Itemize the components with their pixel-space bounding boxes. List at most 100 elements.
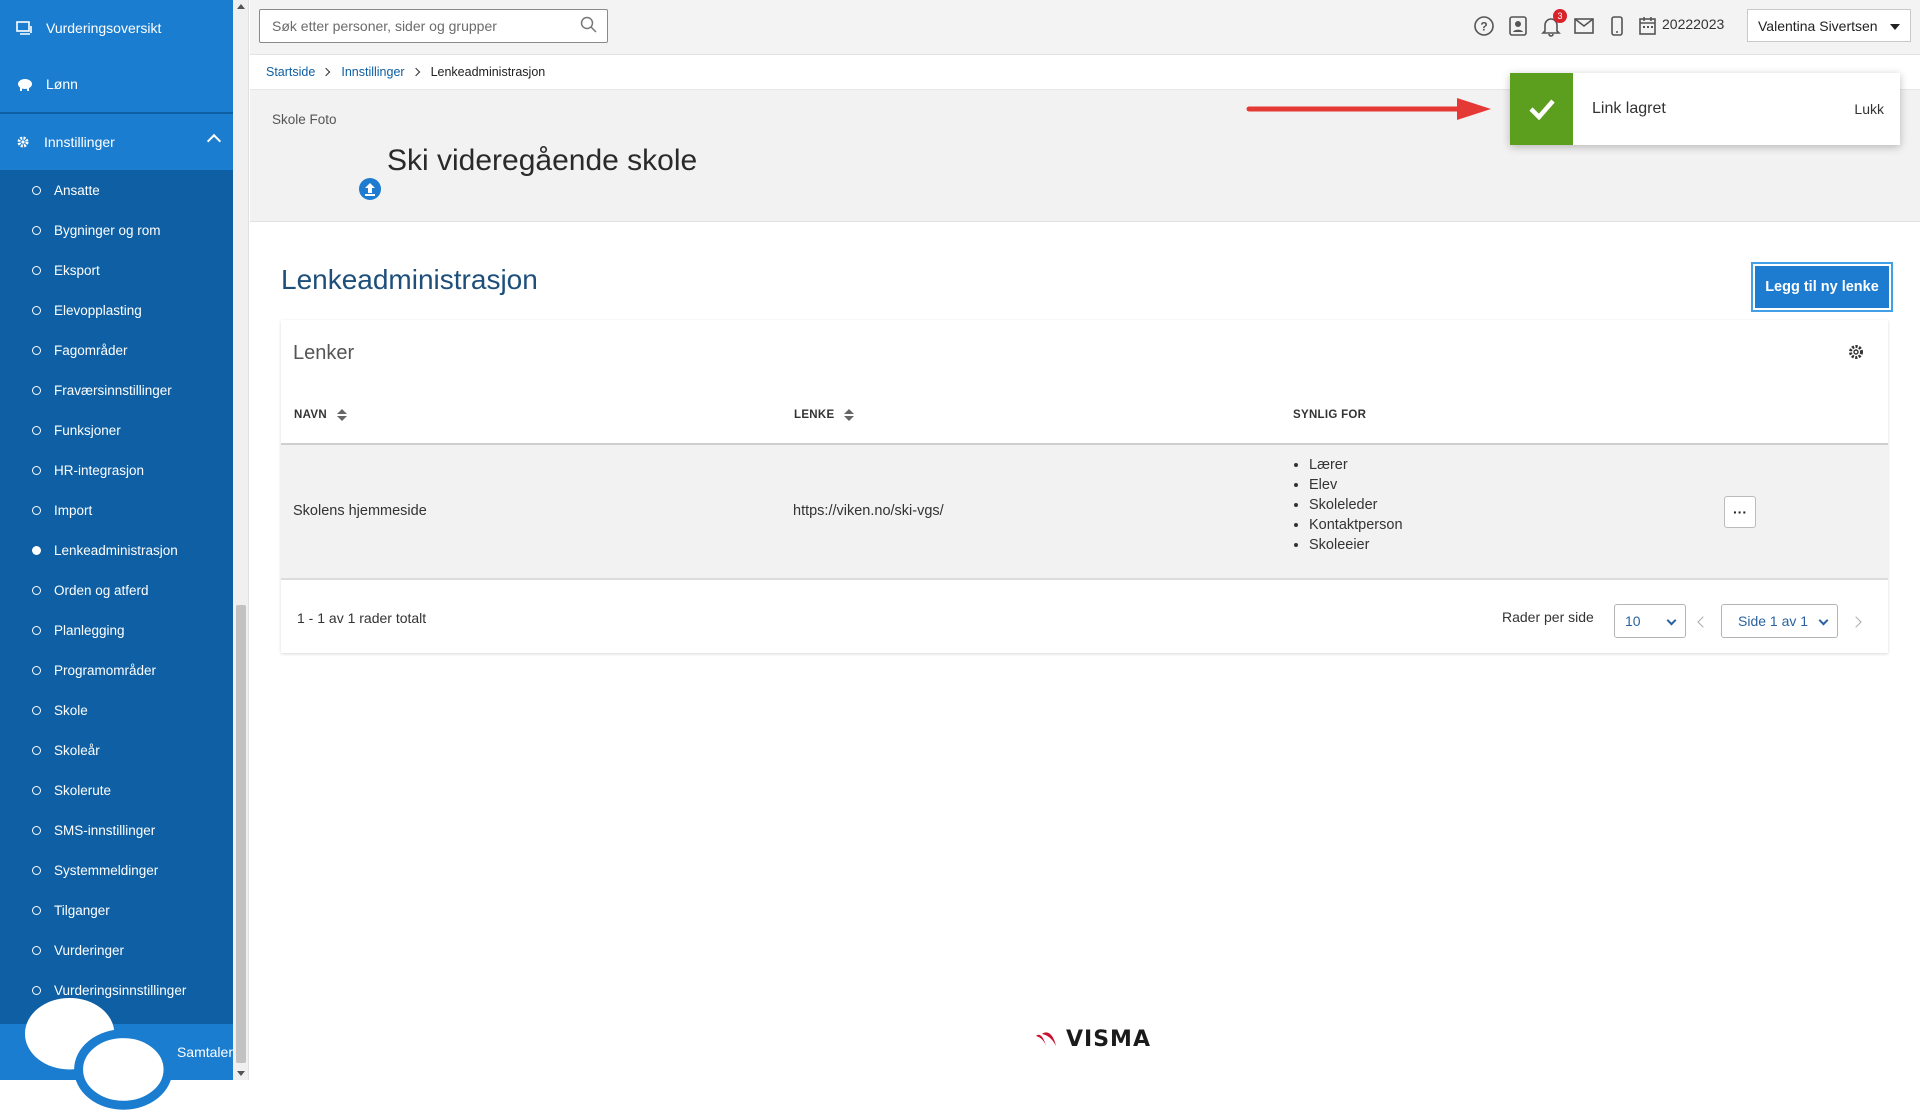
sidebar-item-samtaler[interactable]: Samtaler xyxy=(0,998,233,1111)
circle-icon xyxy=(32,905,41,915)
sidebar-subitem[interactable]: Elevopplasting xyxy=(0,290,233,330)
breadcrumb-innstillinger[interactable]: Innstillinger xyxy=(341,65,404,79)
sidebar-subitem-label: Lenkeadministrasjon xyxy=(54,542,178,558)
sidebar-item-vurderingsoversikt[interactable]: Vurderingsoversikt xyxy=(0,0,233,56)
toast-notification: Link lagret Lukk xyxy=(1510,73,1900,145)
school-name: Ski videregående skole xyxy=(387,144,698,177)
sidebar-subitem[interactable]: Planlegging xyxy=(0,610,233,650)
sidebar-subitem-label: Planlegging xyxy=(54,622,125,638)
sidebar-subitem[interactable]: Fagområder xyxy=(0,330,233,370)
sort-icon[interactable] xyxy=(336,409,347,421)
add-link-button[interactable]: Legg til ny lenke xyxy=(1751,262,1893,312)
circle-icon xyxy=(32,425,41,435)
sidebar-subitem[interactable]: Skoleår xyxy=(0,730,233,770)
sidebar-subitem[interactable]: Systemmeldinger xyxy=(0,850,233,890)
sidebar-subitem-label: Tilganger xyxy=(54,902,110,918)
sidebar-subitem-label: Vurderinger xyxy=(54,942,125,958)
toast-close-button[interactable]: Lukk xyxy=(1854,101,1884,117)
scrollbar-thumb[interactable] xyxy=(236,605,246,1063)
sidebar-subitem[interactable]: SMS-innstillinger xyxy=(0,810,233,850)
mail-icon[interactable] xyxy=(1573,15,1595,37)
rows-per-page-select[interactable]: 10 xyxy=(1614,604,1686,638)
cell-link: https://viken.no/ski-vgs/ xyxy=(793,503,944,519)
contact-card-icon[interactable] xyxy=(1507,15,1529,37)
filled-circle-icon xyxy=(32,545,41,555)
pager-summary: 1 - 1 av 1 rader totalt xyxy=(297,610,427,626)
brand-text: VISMA xyxy=(1066,1027,1151,1052)
card-title: Lenker xyxy=(293,342,355,364)
cell-name: Skolens hjemmeside xyxy=(293,503,427,519)
list-item: Kontaktperson xyxy=(1309,515,1403,535)
search-input[interactable] xyxy=(259,9,608,43)
sidebar-subitem[interactable]: Funksjoner xyxy=(0,410,233,450)
upload-icon[interactable] xyxy=(358,177,382,201)
scroll-down-icon[interactable] xyxy=(237,1071,245,1076)
sidebar-subitem[interactable]: Bygninger og rom xyxy=(0,210,233,250)
caret-down-icon xyxy=(1890,24,1900,30)
circle-icon xyxy=(32,785,41,795)
sidebar-section-innstillinger[interactable]: Innstillinger xyxy=(0,114,233,170)
scroll-up-icon[interactable] xyxy=(237,4,245,9)
column-header-navn[interactable]: NAVN xyxy=(294,409,347,421)
sidebar: Vurderingsoversikt Lønn Innstillinger An… xyxy=(0,0,233,1111)
help-icon[interactable]: ? xyxy=(1473,15,1495,37)
list-item: Skoleeier xyxy=(1309,535,1403,555)
sidebar-scrollbar[interactable] xyxy=(233,0,249,1080)
circle-icon xyxy=(32,345,41,355)
sidebar-subitem-label: Bygninger og rom xyxy=(54,222,161,238)
chevron-up-icon[interactable] xyxy=(206,133,222,149)
sidebar-subitem-label: Skoleår xyxy=(54,742,100,758)
sidebar-subitem[interactable]: Fraværsinnstillinger xyxy=(0,370,233,410)
circle-icon xyxy=(32,705,41,715)
sidebar-subitem[interactable]: Import xyxy=(0,490,233,530)
sidebar-item-lonn[interactable]: Lønn xyxy=(0,56,233,112)
chat-icon xyxy=(24,998,173,1111)
row-actions-button[interactable]: ··· xyxy=(1724,496,1756,528)
sidebar-subitem[interactable]: Programområder xyxy=(0,650,233,690)
sidebar-subitem[interactable]: Tilganger xyxy=(0,890,233,930)
sidebar-subitem[interactable]: Eksport xyxy=(0,250,233,290)
circle-icon xyxy=(32,465,41,475)
circle-icon xyxy=(32,585,41,595)
sidebar-subitem-label: Programområder xyxy=(54,662,157,678)
sidebar-subitem[interactable]: Skole xyxy=(0,690,233,730)
sidebar-subitem[interactable]: Orden og atferd xyxy=(0,570,233,610)
sort-icon[interactable] xyxy=(844,409,855,421)
phone-icon[interactable] xyxy=(1606,15,1628,37)
sidebar-subitem-label: Fagområder xyxy=(54,342,128,358)
piggy-bank-icon xyxy=(18,79,32,91)
next-page-icon[interactable] xyxy=(1850,616,1862,628)
page-select[interactable]: Side 1 av 1 xyxy=(1721,604,1838,638)
school-photo: Skole Foto xyxy=(272,112,337,127)
previous-page-icon[interactable] xyxy=(1697,616,1709,628)
search-icon[interactable] xyxy=(580,16,597,33)
notification-badge: 3 xyxy=(1553,9,1567,23)
sidebar-subitem-label: Funksjoner xyxy=(54,422,121,438)
breadcrumb-startside[interactable]: Startside xyxy=(266,65,315,79)
top-bar: ? 3 20222023 Valentina Sivertsen xyxy=(250,0,1920,55)
sidebar-subitem[interactable]: Skolerute xyxy=(0,770,233,810)
school-year[interactable]: 20222023 xyxy=(1662,16,1724,32)
sidebar-subitem-label: Skolerute xyxy=(54,782,112,798)
sidebar-subitem-label: Eksport xyxy=(54,262,100,278)
sidebar-subitem-label: Orden og atferd xyxy=(54,582,149,598)
sidebar-sub-list: Ansatte Bygninger og rom Eksport Elevopplas… xyxy=(0,170,233,1010)
gear-icon[interactable] xyxy=(1847,343,1865,361)
calendar-icon[interactable] xyxy=(1639,15,1656,37)
circle-icon xyxy=(32,185,41,195)
sidebar-subitem[interactable]: HR-integrasjon xyxy=(0,450,233,490)
circle-icon xyxy=(32,265,41,275)
user-menu-button[interactable]: Valentina Sivertsen xyxy=(1747,9,1911,42)
column-header-lenke[interactable]: LENKE xyxy=(794,409,855,421)
circle-icon xyxy=(32,385,41,395)
visible-for-list: Lærer Elev Skoleleder Kontaktperson Skol… xyxy=(1291,455,1403,555)
sidebar-section-label: Innstillinger xyxy=(44,134,115,150)
sidebar-item-label: Vurderingsoversikt xyxy=(46,20,162,36)
sidebar-subitem[interactable]: Vurderinger xyxy=(0,930,233,970)
user-name: Valentina Sivertsen xyxy=(1758,17,1878,34)
sidebar-subitem[interactable]: Lenkeadministrasjon xyxy=(0,530,233,570)
sidebar-subitem[interactable]: Ansatte xyxy=(0,170,233,210)
circle-icon xyxy=(32,305,41,315)
sidebar-subitem-label: Fraværsinnstillinger xyxy=(54,382,172,398)
sidebar-item-label: Samtaler xyxy=(176,1044,233,1060)
